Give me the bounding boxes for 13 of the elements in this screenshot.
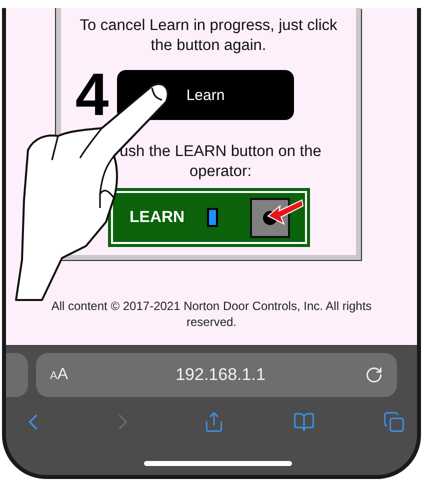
board-label: LEARN [130,208,185,226]
arrow-icon [266,198,304,226]
instruction-text: ush the LEARN button on the operator: [118,142,322,182]
tab-preview[interactable] [6,353,28,397]
url-text: 192.168.1.1 [174,365,266,385]
copyright-text: All content © 2017-2021 Norton Door Controls, Inc. All rights reserved. [50,298,373,330]
text-size-button[interactable]: AA [50,366,90,384]
led-indicator [206,208,218,227]
address-bar[interactable]: AA 192.168.1.1 [36,353,397,397]
reload-icon[interactable] [365,366,383,384]
tabs-icon[interactable] [381,409,407,435]
instruction-text: To cancel Learn in progress, just click the button again. [78,16,338,56]
step-number: 4 [74,70,110,120]
